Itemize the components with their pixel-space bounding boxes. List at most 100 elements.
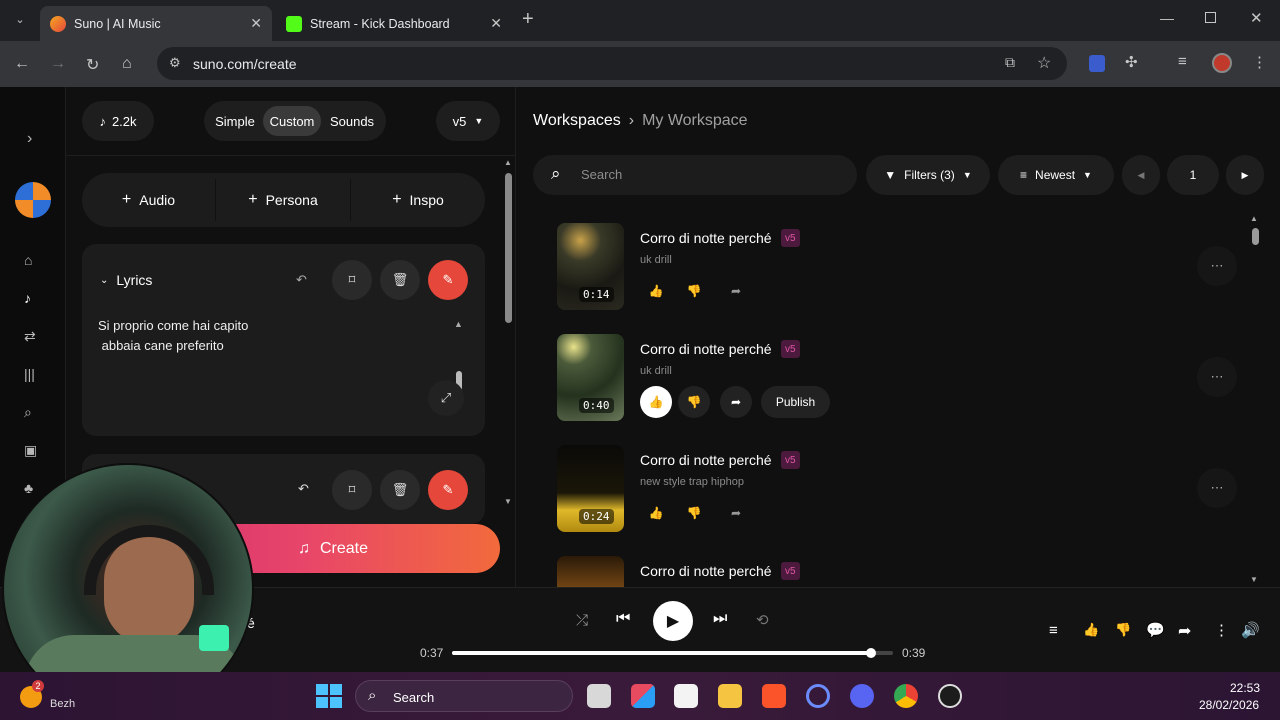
share-button[interactable]: ➦ bbox=[720, 386, 752, 418]
tab-search-button[interactable]: ⌄ bbox=[10, 10, 30, 30]
discord-icon[interactable] bbox=[850, 684, 874, 708]
lyrics-textarea[interactable]: Si proprio come hai capito abbaia cane p… bbox=[98, 316, 458, 416]
list-scrollbar[interactable] bbox=[1252, 228, 1259, 245]
page-number[interactable]: 1 bbox=[1167, 155, 1219, 195]
filters-button[interactable]: ▼ Filters (3) ▼ bbox=[866, 155, 990, 195]
previous-track-icon[interactable]: ⏮ bbox=[616, 610, 630, 628]
home-icon[interactable]: ⌂ bbox=[122, 55, 132, 73]
share-button[interactable]: ➦ bbox=[720, 497, 752, 529]
list-scroll-up-icon[interactable]: ▲ bbox=[1250, 214, 1258, 223]
song-cover[interactable]: 0:14 bbox=[557, 223, 624, 310]
search-icon[interactable]: ⌕ bbox=[24, 404, 32, 421]
clear-lyrics-button[interactable]: 🗑 bbox=[380, 260, 420, 300]
model-version-select[interactable]: v5 ▼ bbox=[436, 101, 500, 141]
expand-lyrics-button[interactable]: ⤢ bbox=[428, 380, 464, 416]
mode-custom[interactable]: Custom bbox=[263, 106, 321, 136]
start-button[interactable] bbox=[316, 684, 342, 708]
like-button[interactable]: 👍 bbox=[640, 386, 672, 418]
song-genre[interactable]: uk drill bbox=[640, 254, 672, 266]
save-lyrics-button[interactable]: ⌑ bbox=[332, 260, 372, 300]
weather-widget[interactable]: 2 Bezh bbox=[20, 680, 80, 712]
like-button[interactable]: 👍 bbox=[640, 275, 672, 307]
hooks-icon[interactable]: ▣ bbox=[24, 442, 37, 459]
add-inspo-button[interactable]: + Inspo bbox=[351, 173, 485, 227]
prev-page-button[interactable]: ◀ bbox=[1122, 155, 1160, 195]
progress-knob[interactable] bbox=[865, 648, 876, 658]
add-audio-button[interactable]: + Audio bbox=[82, 173, 215, 227]
song-row[interactable]: 0:40 Corro di notte perché v5 uk drill 👍… bbox=[557, 334, 1257, 424]
install-app-icon[interactable]: ⧉ bbox=[1005, 54, 1015, 71]
share-icon[interactable]: ➦ bbox=[1178, 621, 1191, 641]
library-icon[interactable]: ||| bbox=[24, 366, 35, 382]
tab-suno[interactable]: Suno | AI Music ✕ bbox=[40, 6, 272, 41]
panel-scrollbar[interactable] bbox=[505, 173, 512, 323]
task-view-icon[interactable] bbox=[587, 684, 611, 708]
credits-badge[interactable]: ♪ 2.2k bbox=[82, 101, 154, 141]
panel-scroll-up-icon[interactable]: ▲ bbox=[504, 158, 512, 167]
tab-kick[interactable]: Stream - Kick Dashboard ✕ bbox=[276, 6, 512, 41]
close-tab-icon[interactable]: ✕ bbox=[490, 15, 502, 32]
list-scroll-down-icon[interactable]: ▼ bbox=[1250, 575, 1258, 584]
queue-icon[interactable]: ≡ bbox=[1049, 622, 1058, 639]
song-genre[interactable]: uk drill bbox=[640, 365, 672, 377]
more-options-button[interactable]: ⋯ bbox=[1197, 357, 1237, 397]
site-info-icon[interactable]: ⚙ bbox=[169, 55, 181, 71]
publish-button[interactable]: Publish bbox=[761, 386, 830, 418]
scroll-up-icon[interactable]: ▲ bbox=[454, 319, 463, 329]
song-cover[interactable]: 0:24 bbox=[557, 445, 624, 532]
like-button[interactable]: 👍 bbox=[640, 497, 672, 529]
minimize-icon[interactable]: — bbox=[1160, 10, 1174, 26]
share-button[interactable]: ➦ bbox=[720, 275, 752, 307]
thumbs-down-icon[interactable]: 👎 bbox=[1115, 622, 1131, 638]
volume-icon[interactable]: 🔊 bbox=[1241, 621, 1260, 639]
sort-button[interactable]: ≡ Newest ▼ bbox=[998, 155, 1114, 195]
song-title[interactable]: Corro di notte perché bbox=[640, 341, 772, 357]
song-title[interactable]: Corro di notte perché bbox=[640, 563, 772, 579]
lyrics-toggle[interactable]: ⌄ Lyrics bbox=[100, 272, 152, 288]
search-input[interactable]: ⌕ Search bbox=[533, 155, 857, 195]
comments-icon[interactable]: 💬 bbox=[1146, 621, 1165, 639]
taskbar-search[interactable]: ⌕ Search bbox=[355, 680, 573, 712]
obs-icon[interactable] bbox=[938, 684, 962, 708]
close-window-icon[interactable]: ✕ bbox=[1250, 9, 1263, 27]
browser-menu-icon[interactable]: ⋮ bbox=[1252, 53, 1267, 71]
shuffle-icon[interactable]: ⤮ bbox=[576, 612, 588, 629]
mode-sounds[interactable]: Sounds bbox=[323, 106, 381, 136]
file-explorer-icon[interactable] bbox=[718, 684, 742, 708]
widgets-icon[interactable] bbox=[631, 684, 655, 708]
brave-icon[interactable] bbox=[762, 684, 786, 708]
song-row[interactable]: Corro di notte perché v5 bbox=[557, 556, 1257, 587]
suno-logo[interactable] bbox=[15, 182, 51, 218]
store-icon[interactable] bbox=[674, 684, 698, 708]
reload-icon[interactable]: ↻ bbox=[86, 55, 99, 75]
chrome-icon[interactable] bbox=[894, 684, 918, 708]
bookmark-star-icon[interactable]: ☆ bbox=[1037, 53, 1051, 73]
song-cover[interactable] bbox=[557, 556, 624, 587]
next-page-button[interactable]: ▶ bbox=[1226, 155, 1264, 195]
song-title[interactable]: Corro di notte perché bbox=[640, 230, 772, 246]
more-options-button[interactable]: ⋯ bbox=[1197, 246, 1237, 286]
repeat-icon[interactable]: ⟲ bbox=[756, 611, 769, 629]
save-style-button[interactable]: ⌑ bbox=[332, 470, 372, 510]
generate-lyrics-button[interactable]: ✎ bbox=[428, 260, 468, 300]
more-options-button[interactable]: ⋯ bbox=[1197, 468, 1237, 508]
app-circle-icon[interactable] bbox=[806, 684, 830, 708]
expand-sidebar-icon[interactable]: › bbox=[27, 130, 32, 148]
song-cover[interactable]: 0:40 bbox=[557, 334, 624, 421]
dislike-button[interactable]: 👎 bbox=[678, 275, 710, 307]
more-options-icon[interactable]: ⋮ bbox=[1214, 621, 1229, 639]
media-controls-icon[interactable]: ≡ bbox=[1178, 53, 1187, 70]
extensions-puzzle-icon[interactable]: ✣ bbox=[1125, 53, 1138, 71]
close-tab-icon[interactable]: ✕ bbox=[250, 15, 262, 32]
dislike-button[interactable]: 👎 bbox=[678, 497, 710, 529]
clear-style-button[interactable]: 🗑 bbox=[380, 470, 420, 510]
undo-icon[interactable]: ↶ bbox=[296, 272, 307, 288]
song-title[interactable]: Corro di notte perché bbox=[640, 452, 772, 468]
add-persona-button[interactable]: + Persona bbox=[216, 173, 350, 227]
generate-style-button[interactable]: ✎ bbox=[428, 470, 468, 510]
profile-avatar[interactable] bbox=[1212, 53, 1232, 73]
address-bar[interactable]: ⚙ suno.com/create ⧉ ☆ bbox=[157, 47, 1067, 80]
studio-icon[interactable]: ⇄ bbox=[24, 328, 36, 345]
progress-track[interactable] bbox=[452, 648, 893, 658]
extension-shield-icon[interactable] bbox=[1089, 55, 1105, 72]
